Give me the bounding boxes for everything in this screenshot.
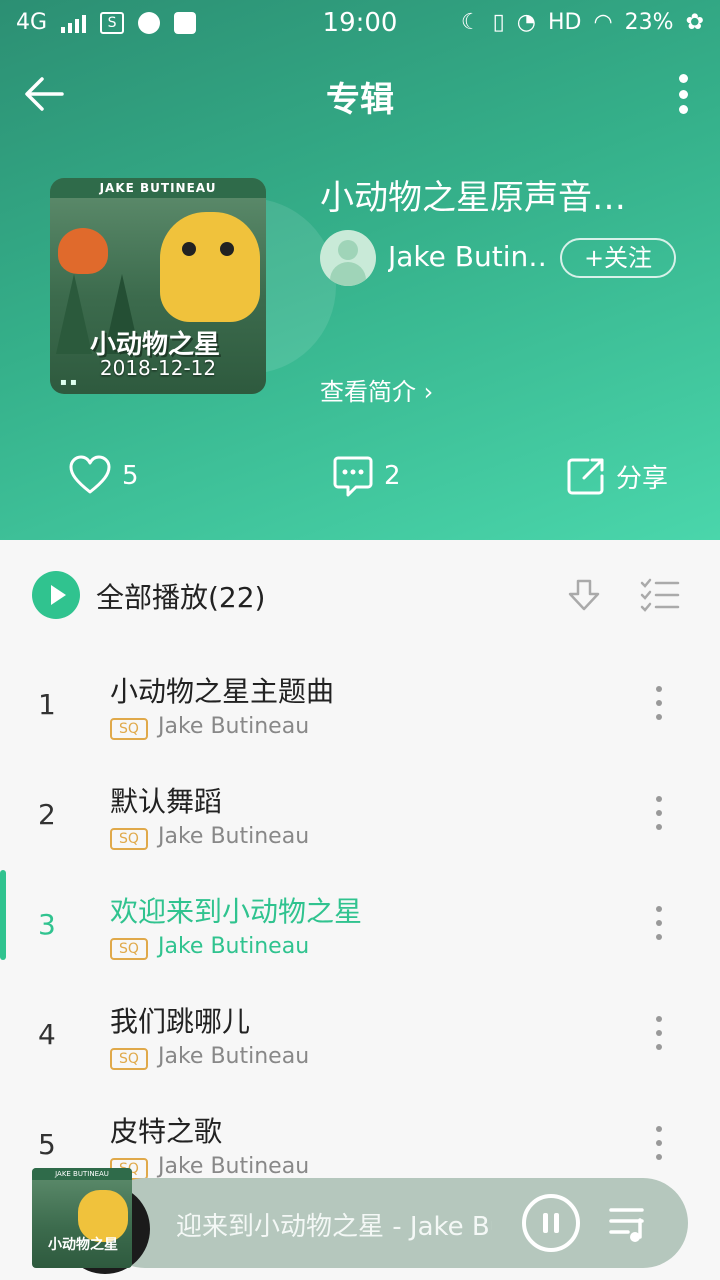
track-number: 2 [38, 798, 56, 831]
play-all-label: 全部播放(22) [96, 581, 266, 614]
vibrate-icon: ▯ [492, 10, 505, 35]
album-actions: 5 2 分享 [0, 448, 720, 504]
track-artist: Jake Butineau [158, 1044, 310, 1069]
share-icon [567, 458, 604, 495]
track-number: 4 [38, 1018, 56, 1051]
wifi-icon: ◠ [593, 10, 613, 35]
track-title: 我们跳哪儿 [110, 1005, 251, 1038]
mini-cover-logo: 小动物之星 [48, 1237, 118, 1253]
download-icon[interactable] [566, 578, 602, 614]
pause-button[interactable] [522, 1194, 580, 1252]
track-title: 欢迎来到小动物之星 [110, 895, 363, 928]
track-more-button[interactable] [656, 1016, 664, 1050]
mini-cover-header: JAKE BUTINEAU [32, 1168, 132, 1180]
mini-player-cover[interactable]: JAKE BUTINEAU 小动物之星 [32, 1168, 132, 1268]
playlist-icon[interactable] [608, 1204, 652, 1244]
battery-level: 23% [624, 10, 674, 35]
track-artist: Jake Butineau [158, 934, 310, 959]
album-header: 4G S 19:00 ☾ ▯ ◔ HD ◠ 23% ✿ 专辑 JAKE BUTI… [0, 0, 720, 540]
cover-fox [58, 228, 108, 274]
track-number: 5 [38, 1128, 56, 1161]
sq-badge: SQ [110, 1048, 148, 1070]
notification-icon: ✿ [685, 10, 704, 35]
artist-avatar[interactable] [320, 230, 376, 286]
track-row[interactable]: 2 默认舞蹈 SQ Jake Butineau [0, 760, 720, 870]
top-nav: 专辑 [0, 62, 720, 126]
sq-badge: SQ [110, 938, 148, 960]
heart-icon [69, 455, 111, 494]
sq-badge: SQ [110, 718, 148, 740]
track-row[interactable]: 4 我们跳哪儿 SQ Jake Butineau [0, 980, 720, 1090]
track-artist: Jake Butineau [158, 714, 310, 739]
artist-name[interactable]: Jake Butin… [388, 240, 548, 273]
track-row[interactable]: 1 小动物之星主题曲 SQ Jake Butineau [0, 650, 720, 760]
more-button[interactable] [676, 74, 690, 114]
track-more-button[interactable] [656, 906, 664, 940]
album-cover-wrap[interactable]: JAKE BUTINEAU 小动物之星 2018-12-12 ▪ ▪ [50, 178, 336, 394]
more-dot-icon [678, 74, 688, 83]
track-title: 皮特之歌 [110, 1115, 223, 1148]
share-button[interactable]: 分享 [566, 448, 668, 504]
track-number: 3 [38, 908, 56, 941]
multi-select-icon[interactable] [640, 578, 680, 612]
like-count: 5 [122, 461, 139, 491]
sq-badge: SQ [110, 828, 148, 850]
status-bar: 4G S 19:00 ☾ ▯ ◔ HD ◠ 23% ✿ [0, 0, 720, 48]
comment-button[interactable]: 2 [332, 448, 401, 504]
release-date: 2018-12-12 [99, 356, 217, 380]
view-intro-link[interactable]: 查看简介 › [320, 372, 433, 407]
mini-player[interactable]: JAKE BUTINEAU 小动物之星 迎来到小动物之星 - Jake Bu [20, 1168, 688, 1274]
track-more-button[interactable] [656, 686, 664, 720]
track-number: 1 [38, 688, 56, 721]
back-button[interactable] [22, 72, 66, 116]
track-row-playing[interactable]: 3 欢迎来到小动物之星 SQ Jake Butineau [0, 870, 720, 980]
playing-indicator [0, 870, 6, 960]
status-right: ☾ ▯ ◔ HD ◠ 23% ✿ [461, 10, 704, 35]
play-all-button[interactable] [32, 571, 80, 619]
alarm-icon: ◔ [516, 10, 536, 35]
follow-button[interactable]: +关注 [560, 238, 676, 278]
arrow-left-icon [25, 77, 64, 111]
track-title: 小动物之星主题曲 [110, 675, 335, 708]
track-artist: Jake Butineau [158, 1154, 310, 1179]
track-artist: Jake Butineau [158, 824, 310, 849]
comment-count: 2 [384, 461, 401, 491]
share-label: 分享 [616, 463, 669, 494]
track-title: 默认舞蹈 [110, 785, 223, 818]
track-more-button[interactable] [656, 1126, 664, 1160]
more-dot-icon [678, 105, 688, 114]
more-dot-icon [678, 89, 688, 99]
album-title: 小动物之星原声音… [320, 178, 626, 218]
like-button[interactable]: 5 [68, 448, 139, 504]
play-all-row[interactable]: 全部播放(22) [0, 540, 720, 650]
cover-header: JAKE BUTINEAU [50, 178, 266, 198]
artist-row: Jake Butin… +关注 [320, 230, 700, 286]
comment-icon [333, 456, 373, 497]
cover-tiger [160, 212, 260, 322]
page-title: 专辑 [326, 80, 394, 120]
cover-tree [56, 274, 92, 354]
track-more-button[interactable] [656, 796, 664, 830]
album-cover[interactable]: JAKE BUTINEAU 小动物之星 2018-12-12 ▪ ▪ [50, 178, 266, 394]
now-playing-title[interactable]: 迎来到小动物之星 - Jake Bu [176, 1206, 492, 1243]
cover-footer: ▪ ▪ [60, 377, 77, 388]
hd-label: HD [547, 10, 582, 35]
moon-icon: ☾ [460, 10, 481, 35]
